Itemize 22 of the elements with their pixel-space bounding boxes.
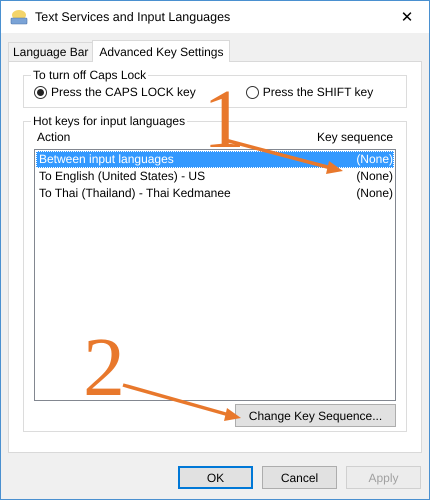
key-sequence-text: (None) <box>356 152 393 166</box>
action-text: To Thai (Thailand) - Thai Kedmanee <box>39 186 231 200</box>
list-row[interactable]: To English (United States) - US (None) <box>36 168 394 185</box>
annotation-number: 2 <box>83 333 125 403</box>
tab[interactable]: Advanced Key Settings <box>92 40 230 62</box>
change-key-sequence-button[interactable]: Change Key Sequence... <box>235 404 396 427</box>
group-label: Hot keys for input languages <box>32 114 186 128</box>
group-label: To turn off Caps Lock <box>32 68 148 82</box>
column-header: Action <box>37 130 70 144</box>
list-row[interactable]: To Thai (Thailand) - Thai Kedmanee (None) <box>36 185 394 202</box>
dialog-button[interactable]: Cancel <box>262 466 337 489</box>
radio-button[interactable] <box>34 86 47 98</box>
key-sequence-text: (None) <box>356 169 393 183</box>
key-sequence-text: (None) <box>356 186 393 200</box>
column-header: Key sequence <box>316 130 393 144</box>
action-text: To English (United States) - US <box>39 169 206 183</box>
tab[interactable]: Language Bar <box>8 42 94 61</box>
close-button[interactable]: ✕ <box>385 1 429 33</box>
window-title: Text Services and Input Languages <box>35 10 232 24</box>
radio-button[interactable] <box>246 86 259 98</box>
action-text: Between input languages <box>39 152 174 166</box>
dialog-button[interactable]: OK <box>178 466 253 489</box>
